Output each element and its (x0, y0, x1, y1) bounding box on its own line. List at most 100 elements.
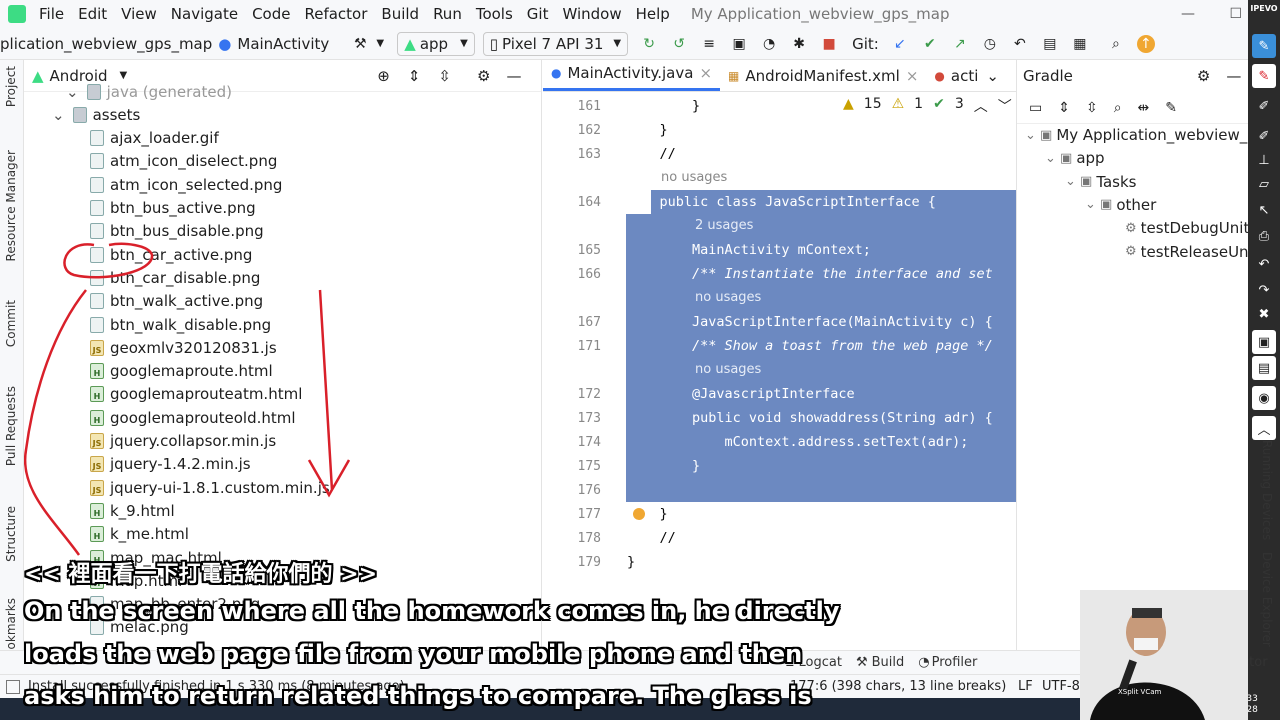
code-line[interactable]: } (627, 122, 668, 138)
marker-icon[interactable]: ✐ (1252, 124, 1276, 148)
hammer-icon[interactable]: ⚒ (351, 35, 369, 53)
code-line[interactable]: /** Show a toast from the web page */ (627, 338, 993, 354)
code-line[interactable]: // (627, 530, 676, 546)
menu-help[interactable]: Help (629, 5, 677, 23)
hide-icon[interactable]: — (1226, 67, 1241, 85)
editor-tab[interactable]: ● acti (926, 67, 986, 91)
tree-file[interactable]: btn_car_disable.png (90, 266, 260, 289)
caret-position[interactable]: 177:6 (398 chars, 13 line breaks) (790, 679, 1006, 694)
analyze-icon[interactable]: ⌕ (1114, 100, 1122, 116)
eraser-icon[interactable]: ▱ (1252, 172, 1276, 196)
next-highlight-icon[interactable]: ﹀ (998, 96, 1012, 116)
code-line[interactable]: public void showaddress(String adr) { (627, 410, 993, 426)
git-push-icon[interactable]: ↗ (951, 35, 969, 53)
tree-file[interactable]: JS jquery-ui-1.8.1.custom.min.js (90, 476, 330, 499)
tree-file[interactable]: ajax_loader.gif (90, 127, 219, 150)
line-separator[interactable]: LF (1018, 679, 1033, 694)
chevron-down-icon[interactable]: ▼ (371, 35, 389, 53)
tab-device-explorer[interactable]: Device Explorer (1260, 552, 1274, 647)
search-icon[interactable]: ⌕ (1107, 35, 1125, 53)
code-line[interactable]: JavaScriptInterface(MainActivity c) { (627, 314, 993, 330)
tree-file[interactable]: btn_walk_disable.png (90, 313, 271, 336)
tree-file[interactable]: atm_icon_selected.png (90, 173, 282, 196)
chevron-down-icon[interactable]: ⌄ (66, 83, 79, 101)
tree-file[interactable]: Hk_me.html (90, 523, 189, 546)
menu-refactor[interactable]: Refactor (297, 5, 374, 23)
menu-git[interactable]: Git (520, 5, 556, 23)
tab-overflow-icon[interactable]: ⌄ ⋮ (986, 67, 1016, 91)
lightbulb-icon[interactable] (633, 508, 645, 520)
highlighter-icon[interactable]: ✐ (1252, 94, 1276, 118)
menu-tools[interactable]: Tools (469, 5, 520, 23)
tool-windows-icon[interactable] (6, 679, 20, 694)
hide-icon[interactable]: — (506, 67, 521, 85)
collapse-all-icon[interactable]: ⇳ (438, 67, 451, 85)
prev-highlight-icon[interactable]: ︿ (974, 96, 988, 116)
editor-tab[interactable]: ● MainActivity.java × (543, 64, 721, 91)
close-icon[interactable]: × (906, 67, 919, 85)
capture-icon[interactable]: ▣ (1252, 330, 1276, 354)
list-icon[interactable]: ≡ (700, 35, 718, 53)
tab-commit[interactable]: Commit (4, 300, 18, 347)
code-line[interactable]: } (627, 458, 700, 474)
code-line[interactable]: /** Instantiate the interface and set (627, 266, 993, 282)
camera-icon[interactable]: ◉ (1252, 386, 1276, 410)
tree-file[interactable]: atm_icon_diselect.png (90, 150, 277, 173)
menu-edit[interactable]: Edit (71, 5, 114, 23)
usage-hint[interactable]: no usages (661, 170, 727, 185)
editor-tab[interactable]: ▦ AndroidManifest.xml × (720, 67, 926, 91)
code-line[interactable]: public class JavaScriptInterface { (627, 194, 936, 210)
attach-debugger-icon[interactable]: ✱ (790, 35, 808, 53)
inspection-widget[interactable]: ▲ 15 ⚠ 1 ✔ 3 ︿ ﹀ (843, 96, 1012, 116)
tab-pull-requests[interactable]: Pull Requests (4, 386, 18, 466)
code-line[interactable]: @JavascriptInterface (627, 386, 855, 402)
gear-icon[interactable]: ⚙ (1197, 67, 1210, 85)
device-manager-icon[interactable]: ▤ (1041, 35, 1059, 53)
tree-file[interactable]: Hgooglemaprouteold.html (90, 406, 296, 429)
tree-file[interactable]: Hgooglemaprouteatm.html (90, 383, 302, 406)
close-icon[interactable]: × (699, 64, 712, 82)
gear-icon[interactable]: ⚙ (477, 67, 490, 85)
tab-structure[interactable]: Structure (4, 506, 18, 562)
expand-all-icon[interactable]: ⇕ (1058, 100, 1070, 116)
tree-file[interactable]: JS jquery.collapsor.min.js (90, 430, 276, 453)
menu-view[interactable]: View (114, 5, 164, 23)
tab-logcat[interactable]: Logcat (799, 655, 842, 670)
tab-resource-manager[interactable]: Resource Manager (4, 150, 18, 261)
trash-icon[interactable]: ✖ (1252, 302, 1276, 326)
breadcrumb-project[interactable]: plication_webview_gps_map (0, 35, 212, 53)
tab-profiler[interactable]: Profiler (932, 655, 978, 670)
run-config-dropdown[interactable]: ▲ app ▼ (397, 31, 475, 56)
apply-changes-icon[interactable]: ↺ (670, 35, 688, 53)
breadcrumb-class[interactable]: MainActivity (237, 35, 329, 53)
tree-file[interactable]: btn_walk_active.png (90, 290, 263, 313)
rollback-icon[interactable]: ↶ (1011, 35, 1029, 53)
code-line[interactable]: } (627, 98, 700, 114)
tree-file[interactable]: btn_bus_disable.png (90, 220, 264, 243)
chevron-down-icon[interactable]: ⌄ (52, 106, 65, 124)
usage-hint[interactable]: no usages (695, 362, 761, 377)
pen-icon[interactable]: ✎ (1252, 34, 1276, 58)
tree-file[interactable]: btn_car_active.png (90, 243, 252, 266)
printer-icon[interactable]: ⎙ (1252, 224, 1276, 248)
tab-running-devices[interactable]: Running Devices (1260, 440, 1274, 540)
toggle-offline-icon[interactable]: ⇹ (1138, 100, 1150, 116)
rerun-icon[interactable]: ↻ (640, 35, 658, 53)
usage-hint[interactable]: 2 usages (695, 218, 753, 233)
tree-file[interactable]: JS jquery-1.4.2.min.js (90, 453, 251, 476)
redo-icon[interactable]: ↷ (1252, 278, 1276, 302)
gradle-task[interactable]: ⚙ testReleaseUnit (1125, 243, 1248, 261)
debug-icon[interactable]: ▣ (730, 35, 748, 53)
tree-file[interactable]: btn_bus_active.png (90, 197, 256, 220)
code-line[interactable]: // (627, 146, 676, 162)
record-icon[interactable]: ▤ (1252, 356, 1276, 380)
menu-window[interactable]: Window (555, 5, 628, 23)
collapse-icon[interactable]: ︿ (1252, 416, 1276, 440)
wrench-icon[interactable]: ✎ (1165, 100, 1177, 116)
menu-navigate[interactable]: Navigate (164, 5, 245, 23)
profile-icon[interactable]: ◔ (760, 35, 778, 53)
locate-icon[interactable]: ⊕ (377, 67, 390, 85)
tab-build[interactable]: Build (872, 655, 905, 670)
menu-code[interactable]: Code (245, 5, 297, 23)
collapse-all-icon[interactable]: ⇳ (1086, 100, 1098, 116)
